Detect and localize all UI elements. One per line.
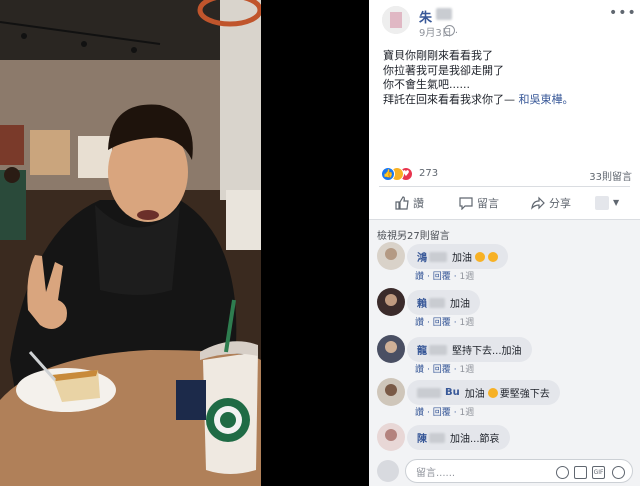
photo-illustration [0,0,261,486]
commenter-avatar-image [377,423,405,451]
commenter-name[interactable]: 賴 [417,295,427,310]
comment-text: 加油 [464,389,485,400]
comment-input-placeholder: 留言...... [416,468,456,479]
share-button[interactable]: 分享 [531,190,571,216]
comment-meta: 讚 · 回覆 · 1週 [415,365,475,375]
comment-reply-link[interactable]: 回覆 [433,365,451,375]
comment-input[interactable]: 留言...... GIF [405,459,633,483]
comment-text: 堅持下去...加油 [452,346,522,357]
comment-meta: 讚 · 回覆 · 1週 [415,272,475,282]
comment-button-label: 留言 [477,197,499,210]
divider [379,186,630,187]
commenter-avatar-image [377,288,405,316]
post-text-line-2: 你拉著我可是我卻走開了 [383,63,504,77]
post-text-line-1: 寶貝你剛剛來看看我了 [383,49,493,62]
comment-reply-link[interactable]: 回覆 [433,408,451,418]
sticker-icon[interactable] [612,466,625,479]
comment-bubble: 賴 加油 [407,290,480,315]
camera-icon[interactable] [574,466,587,479]
commenter-name[interactable]: 龍 [417,342,427,357]
comment-composer: 留言...... GIF [369,454,640,486]
author-avatar-image [382,6,410,34]
comment-text: 加油...節哀 [450,434,500,445]
commenter-avatar[interactable] [377,335,405,363]
flex-emoji-icon [488,251,498,262]
comment-reply-link[interactable]: 回覆 [433,318,451,328]
more-icon[interactable]: ••• [609,5,637,21]
comment-bubble: 龍 堅持下去...加油 [407,337,532,362]
current-user-avatar [377,460,399,482]
commenter-avatar[interactable] [377,378,405,406]
share-button-label: 分享 [549,197,571,210]
comment-count-link[interactable]: 33則留言 [589,168,632,183]
name-redaction [429,344,447,355]
chevron-down-icon[interactable]: ▼ [613,198,619,207]
view-more-comments-link[interactable]: 檢視另27則留言 [377,227,450,242]
comment-like-link[interactable]: 讚 [415,408,424,418]
gif-icon[interactable]: GIF [592,466,605,479]
like-button[interactable]: 讚 [395,190,424,216]
commenter-name[interactable]: Bu [445,387,460,398]
commenter-name[interactable]: 鴻 [417,249,427,264]
author-name-redaction [436,8,452,20]
comment-text: 加油 [452,253,472,264]
commenter-avatar-image [377,242,405,270]
commenter-avatar-image [377,378,405,406]
post-text: 寶貝你剛剛來看看我了 你拉著我可是我卻走開了 你不會生氣吧...... 拜託在回… [383,49,633,107]
comment-button[interactable]: 留言 [459,190,499,216]
comment-time[interactable]: 1週 [460,365,475,375]
comment-meta: 讚 · 回覆 · 1週 [415,318,475,328]
commenter-avatar[interactable] [377,242,405,270]
name-redaction [429,251,447,262]
post-panel: 朱 9月3日 · ••• 寶貝你剛剛來看看我了 你拉著我可是我卻走開了 你不會生… [369,0,640,486]
like-button-label: 讚 [413,197,424,210]
commenter-avatar[interactable] [377,423,405,451]
author-avatar[interactable] [382,6,410,34]
comment-time[interactable]: 1週 [460,272,475,282]
post-text-line-3: 你不會生氣吧...... [383,78,470,91]
commenter-avatar-image [377,335,405,363]
share-icon [531,196,545,210]
globe-icon [444,25,455,36]
comment-text-continued: 要堅強下去 [499,389,550,400]
commenter-avatar[interactable] [377,288,405,316]
like-reaction-icon: 👍 [381,167,395,181]
flex-emoji-icon [475,251,485,262]
comment-bubble: 陳 加油...節哀 [407,425,510,450]
comment-like-link[interactable]: 讚 [415,272,424,282]
like-icon [395,196,409,210]
comment-bubble: Bu 加油 要堅強下去 [407,380,560,405]
comment-bubble: 鴻 加油 [407,244,508,269]
comment-like-link[interactable]: 讚 [415,365,424,375]
comment-meta: 讚 · 回覆 · 1週 [415,408,475,418]
flex-emoji-icon [487,387,498,398]
comment-time[interactable]: 1週 [460,318,475,328]
comment-reply-link[interactable]: 回覆 [433,272,451,282]
comment-text: 加油 [450,299,470,310]
post-text-line-4-text: 拜託在回來看看我求你了— [383,92,519,106]
comment-time[interactable]: 1週 [460,408,475,418]
comment-icon [459,197,473,210]
name-redaction [429,297,445,308]
name-redaction [429,432,445,443]
emoji-icon[interactable] [556,466,569,479]
commenter-name[interactable]: 陳 [417,430,427,445]
comment-like-link[interactable]: 讚 [415,318,424,328]
post-text-line-4: 拜託在回來看看我求你了— 和吳東樺。 [383,93,633,108]
post-photo[interactable] [0,0,261,486]
reaction-count: 273 [419,168,439,179]
name-redaction [417,387,441,398]
tagged-person-link[interactable]: 和吳東樺。 [519,93,574,106]
share-as-avatar[interactable] [595,196,609,210]
